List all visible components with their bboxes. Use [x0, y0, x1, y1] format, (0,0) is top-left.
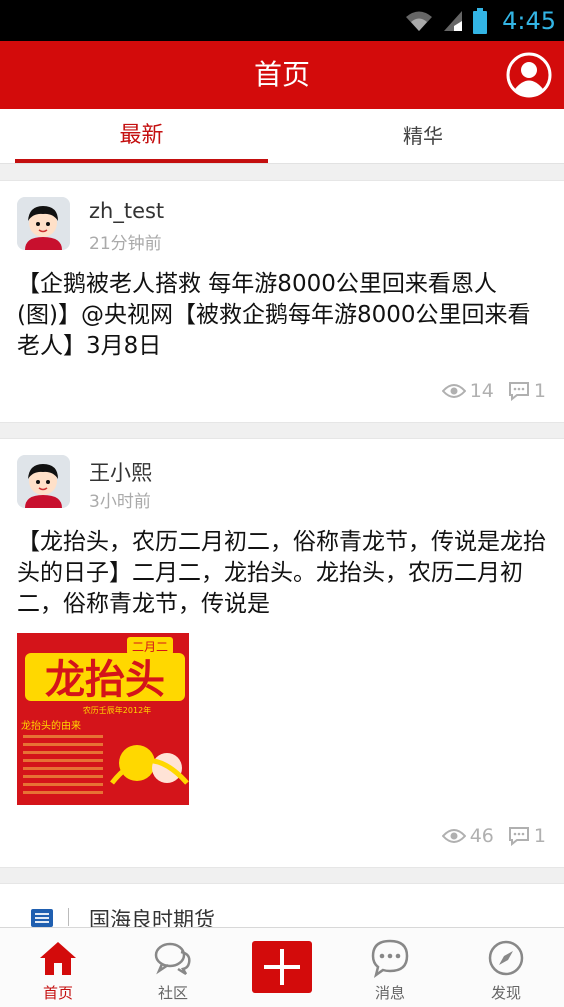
comment-count: 1 — [533, 380, 546, 402]
tab-bar: 最新 精华 — [0, 109, 564, 164]
image-caption: 龙抬头的由来 — [21, 719, 81, 732]
nav-label: 发现 — [490, 984, 521, 1002]
post-stats: 14 1 — [441, 379, 546, 403]
message-icon — [371, 939, 409, 978]
add-post-button[interactable] — [252, 941, 312, 993]
status-time: 4:45 — [502, 7, 556, 35]
post-stats: 46 1 — [441, 824, 546, 848]
post-card[interactable]: zh_test 21分钟前 【企鹅被老人搭救 每年游8000公里回来看恩人(图)… — [0, 180, 564, 423]
username[interactable]: 王小熙 — [89, 457, 152, 487]
chat-bubbles-icon — [154, 942, 191, 976]
post-card[interactable]: 王小熙 3小时前 【龙抬头，农历二月初二，俗称青龙节，传说是龙抬头的日子】二月二… — [0, 438, 564, 868]
app-bar: 首页 — [0, 41, 564, 109]
post-content: 【龙抬头，农历二月初二，俗称青龙节，传说是龙抬头的日子】二月二，龙抬头。龙抬头，… — [17, 529, 546, 617]
image-banner: 二月二 — [132, 640, 168, 654]
tab-featured[interactable]: 精华 — [282, 109, 564, 163]
compass-icon — [488, 940, 524, 976]
home-icon — [40, 942, 76, 975]
avatar[interactable] — [17, 455, 70, 508]
eye-icon — [441, 384, 466, 398]
image-title: 龙抬头 — [45, 657, 165, 703]
battery-icon — [473, 8, 488, 34]
signal-icon — [444, 11, 463, 31]
view-count: 46 — [469, 825, 494, 847]
nav-messages[interactable]: 消息 — [350, 928, 430, 1007]
nav-home[interactable]: 首页 — [18, 928, 98, 1007]
status-bar: 4:45 — [0, 0, 564, 41]
avatar[interactable] — [17, 197, 70, 250]
comment-icon[interactable] — [508, 381, 530, 401]
user-icon[interactable] — [506, 52, 552, 98]
post-time: 3小时前 — [89, 492, 151, 512]
divider — [68, 908, 69, 926]
view-count: 14 — [469, 380, 494, 402]
comment-count: 1 — [533, 825, 546, 847]
nav-label: 社区 — [157, 984, 188, 1002]
nav-label: 消息 — [374, 984, 405, 1002]
eye-icon — [441, 829, 466, 843]
username[interactable]: zh_test — [89, 199, 164, 223]
nav-community[interactable]: 社区 — [133, 928, 213, 1007]
nav-label: 首页 — [42, 984, 73, 1002]
image-subtitle: 农历壬辰年2012年 — [83, 705, 151, 715]
post-image[interactable]: 二月二 龙抬头 农历壬辰年2012年 龙抬头的由来 — [17, 633, 189, 805]
plus-icon — [264, 949, 300, 985]
wifi-icon — [406, 11, 433, 31]
nav-discover[interactable]: 发现 — [466, 928, 546, 1007]
page-title: 首页 — [253, 58, 310, 91]
comment-icon[interactable] — [508, 826, 530, 846]
tab-latest[interactable]: 最新 — [15, 109, 268, 163]
tab-indicator — [15, 159, 268, 163]
post-content: 【企鹅被老人搭救 每年游8000公里回来看恩人(图)】@央视网【被救企鹅每年游8… — [17, 271, 531, 359]
post-time: 21分钟前 — [89, 234, 162, 254]
bottom-nav: 首页 社区 消息 发现 — [0, 927, 564, 1007]
